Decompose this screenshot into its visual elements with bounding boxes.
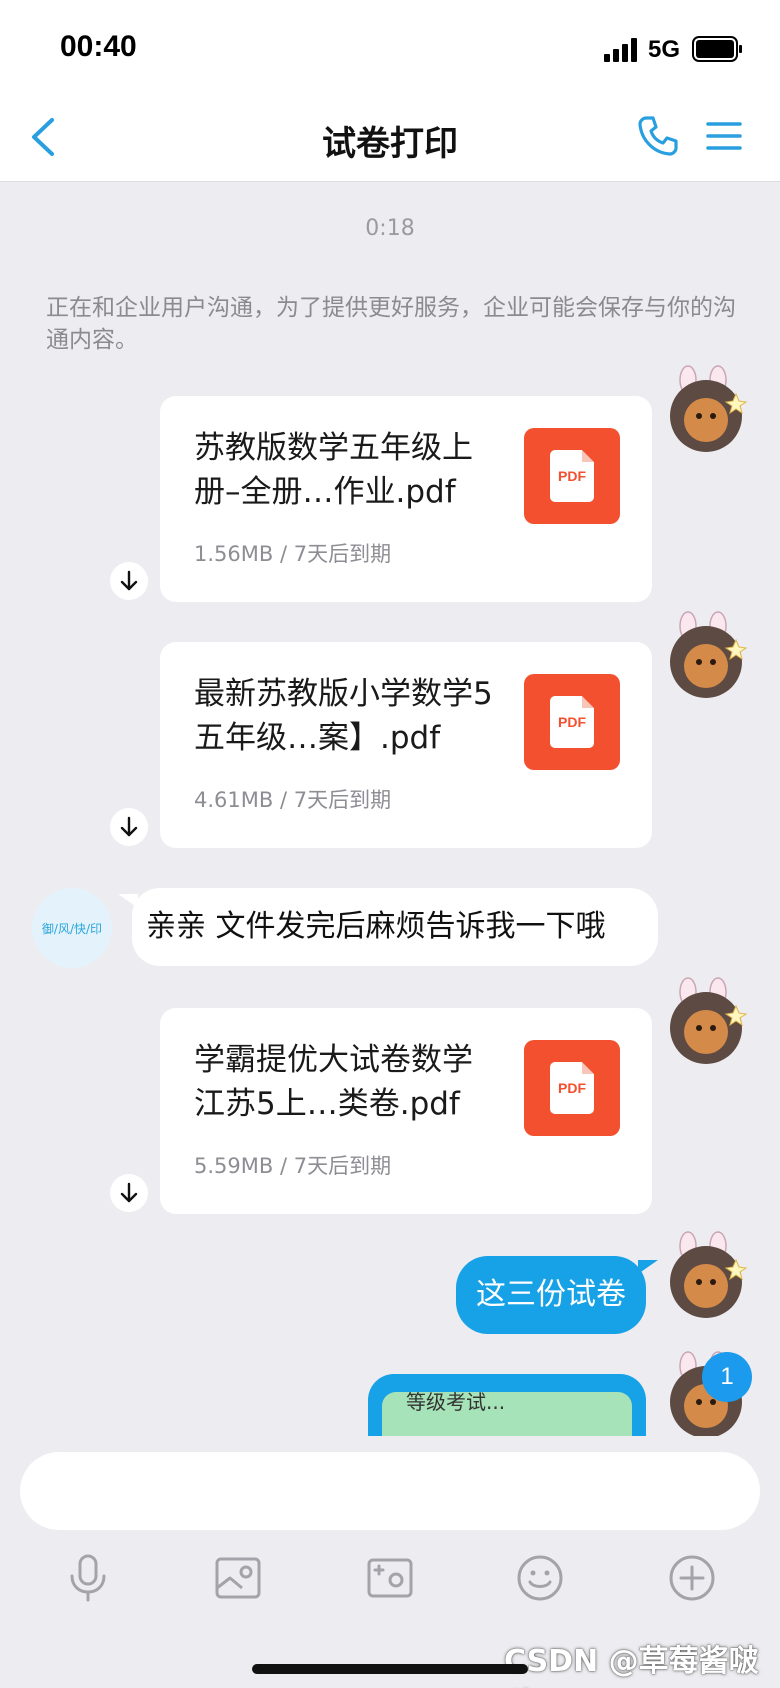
network-type: 5G [648,36,681,63]
arrow-down-icon [120,1182,138,1203]
arrow-down-icon [120,570,138,591]
pdf-file-icon: PDF [524,428,620,524]
user-avatar[interactable] [666,611,748,698]
file-expiry: 7天后到期 [293,1154,392,1178]
unread-badge[interactable]: 1 [702,1352,752,1402]
message-timestamp: 0:18 [365,216,415,241]
pdf-file-icon: PDF [524,1040,620,1136]
composer: CSDN @草莓酱啵啵 [0,1436,780,1688]
phone-icon[interactable] [634,112,682,160]
user-avatar[interactable] [666,365,748,452]
file-message[interactable]: 学霸提优大试卷数学江苏5上…类卷.pdf 5.59MB / 7天后到期 PDF [160,1008,652,1214]
image-preview-text: 等级考试... [406,1392,506,1414]
file-size: 5.59MB [194,1154,274,1178]
file-message[interactable]: 最新苏教版小学数学5五年级…案】.pdf 4.61MB / 7天后到期 PDF [160,642,652,848]
signal-icon [604,38,637,62]
file-meta: 1.56MB / 7天后到期 [194,538,391,568]
file-expiry: 7天后到期 [293,788,392,812]
download-button[interactable] [110,808,148,846]
merchant-avatar-text: 御/风/快/印 [41,921,103,936]
user-avatar[interactable] [666,977,748,1064]
file-size: 1.56MB [194,542,274,566]
outgoing-message[interactable]: 这三份试卷 [456,1256,646,1334]
image-preview: 等级考试... [382,1392,632,1436]
meta-separator: / [279,788,288,812]
user-avatar[interactable] [666,1231,748,1318]
file-meta: 4.61MB / 7天后到期 [194,784,391,814]
emoji-icon[interactable] [514,1552,566,1604]
image-icon[interactable] [212,1552,264,1604]
pdf-label: PDF [558,468,586,484]
bubble-tail [638,1260,658,1274]
file-message[interactable]: 苏教版数学五年级上册–全册…作业.pdf 1.56MB / 7天后到期 PDF [160,396,652,602]
download-button[interactable] [110,562,148,600]
file-name: 学霸提优大试卷数学江苏5上…类卷.pdf [194,1042,473,1122]
menu-icon[interactable] [704,116,744,156]
pdf-label: PDF [558,1080,586,1096]
mic-icon[interactable] [62,1552,114,1604]
image-message[interactable]: 等级考试... [368,1374,646,1436]
chat-area[interactable]: 0:18 正在和企业用户沟通，为了提供更好服务，企业可能会保存与你的沟通内容。 … [0,182,780,1436]
plus-icon[interactable] [666,1552,718,1604]
pdf-label: PDF [558,714,586,730]
message-input[interactable] [20,1452,760,1530]
file-expiry: 7天后到期 [293,542,392,566]
download-button[interactable] [110,1174,148,1212]
nav-bar: 试卷打印 [0,92,780,182]
privacy-notice: 正在和企业用户沟通，为了提供更好服务，企业可能会保存与你的沟通内容。 [46,295,736,353]
pdf-file-icon: PDF [524,674,620,770]
camera-icon[interactable] [364,1552,416,1604]
arrow-down-icon [120,816,138,837]
merchant-avatar[interactable]: 御/风/快/印 [32,888,112,968]
incoming-message[interactable]: 亲亲 文件发完后麻烦告诉我一下哦 [132,888,658,966]
file-name: 最新苏教版小学数学5五年级…案】.pdf [194,676,493,756]
file-size: 4.61MB [194,788,274,812]
battery-icon [692,36,742,62]
status-time: 00:40 [60,30,137,63]
file-meta: 5.59MB / 7天后到期 [194,1150,391,1180]
meta-separator: / [279,542,288,566]
watermark: CSDN @草莓酱啵啵 [504,1644,759,1679]
status-bar: 00:40 5G [0,0,780,92]
file-name: 苏教版数学五年级上册–全册…作业.pdf [194,430,473,510]
meta-separator: / [279,1154,288,1178]
home-indicator[interactable] [252,1664,528,1674]
